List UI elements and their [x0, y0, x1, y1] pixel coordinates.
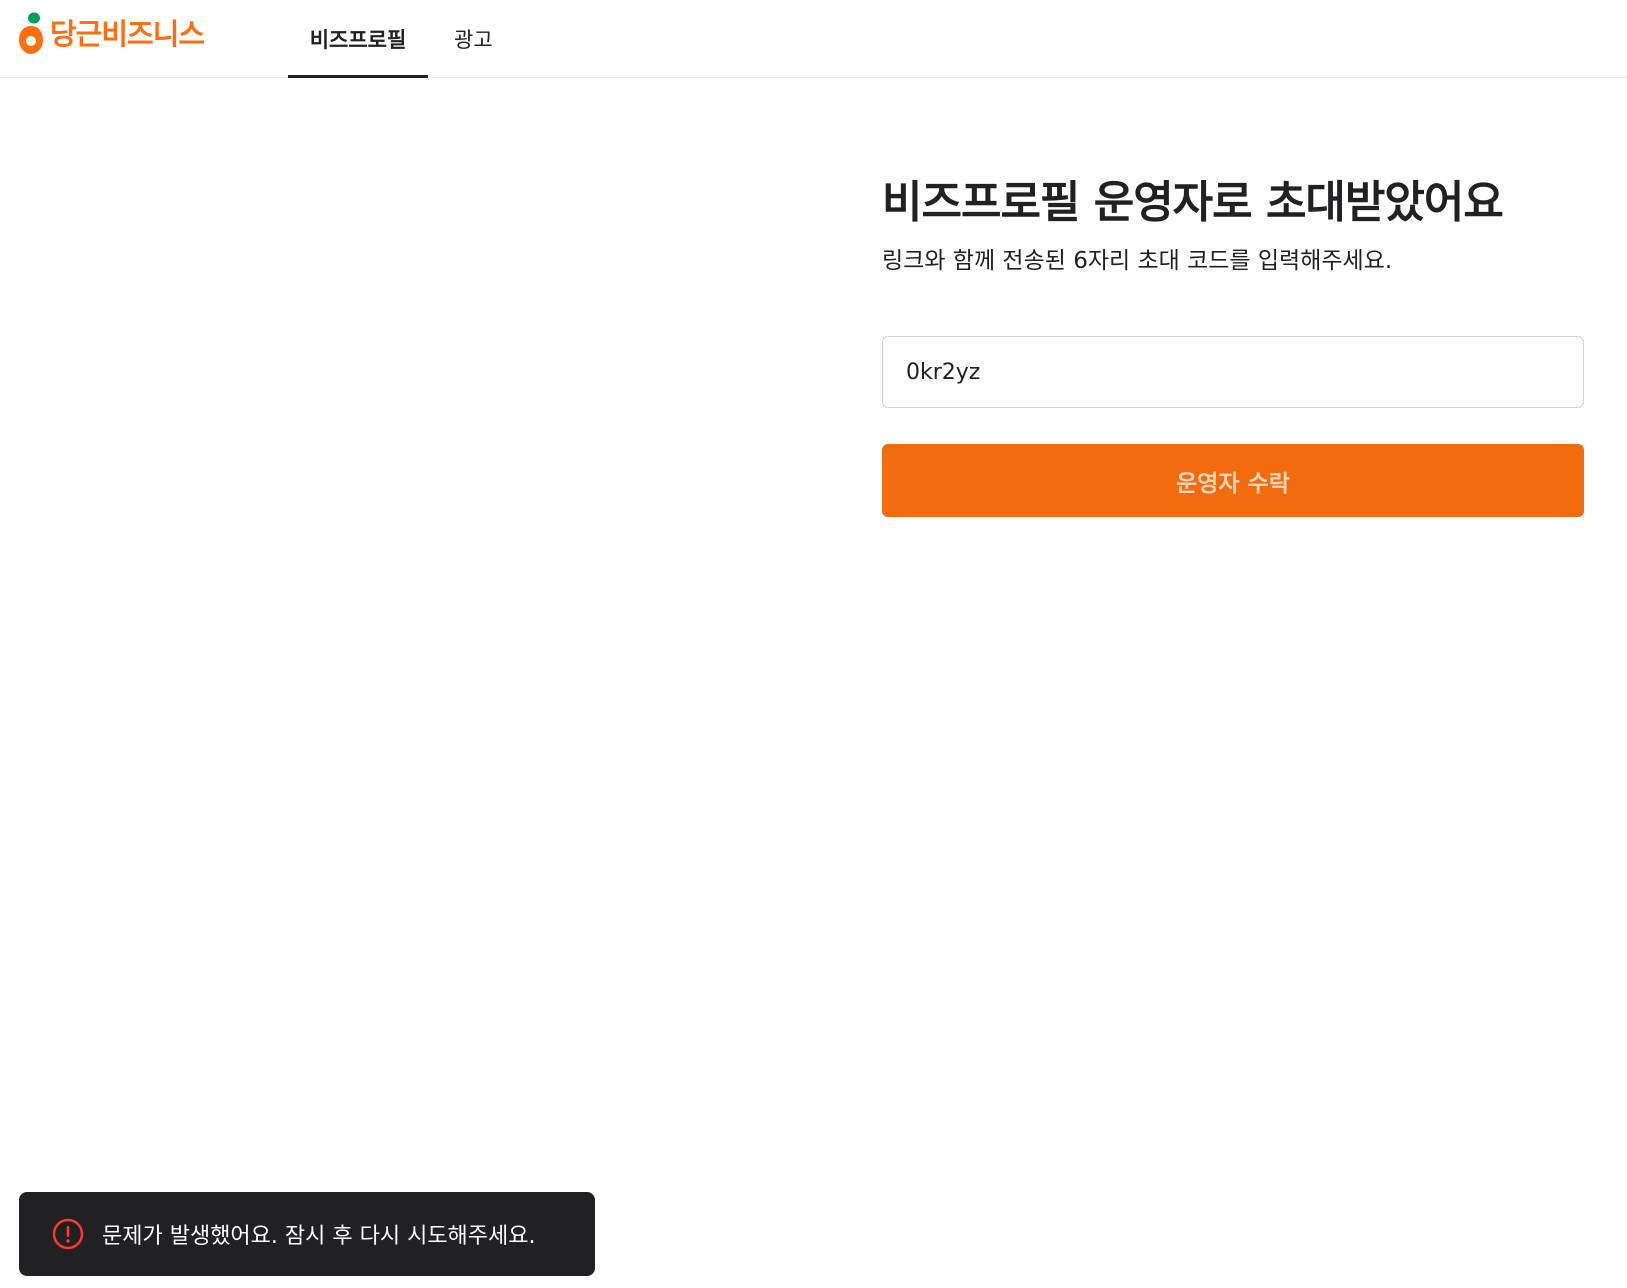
brand-logo[interactable]: 당근비즈니스 [18, 12, 205, 56]
invite-code-input[interactable] [882, 336, 1584, 408]
logo-text: 당근비즈니스 [50, 17, 205, 51]
tab-ads[interactable]: 광고 [450, 0, 497, 78]
invite-panel: 비즈프로필 운영자로 초대받았어요 링크와 함께 전송된 6자리 초대 코드를 … [882, 172, 1584, 517]
toast-message: 문제가 발생했어요. 잠시 후 다시 시도해주세요. [102, 1224, 536, 1249]
error-icon [52, 1218, 84, 1250]
tab-biz-profile[interactable]: 비즈프로필 [288, 0, 428, 78]
page-subtitle: 링크와 함께 전송된 6자리 초대 코드를 입력해주세요. [882, 248, 1393, 274]
page-title: 비즈프로필 운영자로 초대받았어요 [882, 177, 1504, 228]
top-header: 당근비즈니스 비즈프로필 광고 [0, 0, 1627, 78]
main-nav: 비즈프로필 광고 [288, 0, 497, 78]
carrot-logo-icon [19, 12, 43, 54]
error-toast: 문제가 발생했어요. 잠시 후 다시 시도해주세요. [19, 1192, 595, 1276]
accept-operator-button[interactable]: 운영자 수락 [882, 444, 1584, 517]
